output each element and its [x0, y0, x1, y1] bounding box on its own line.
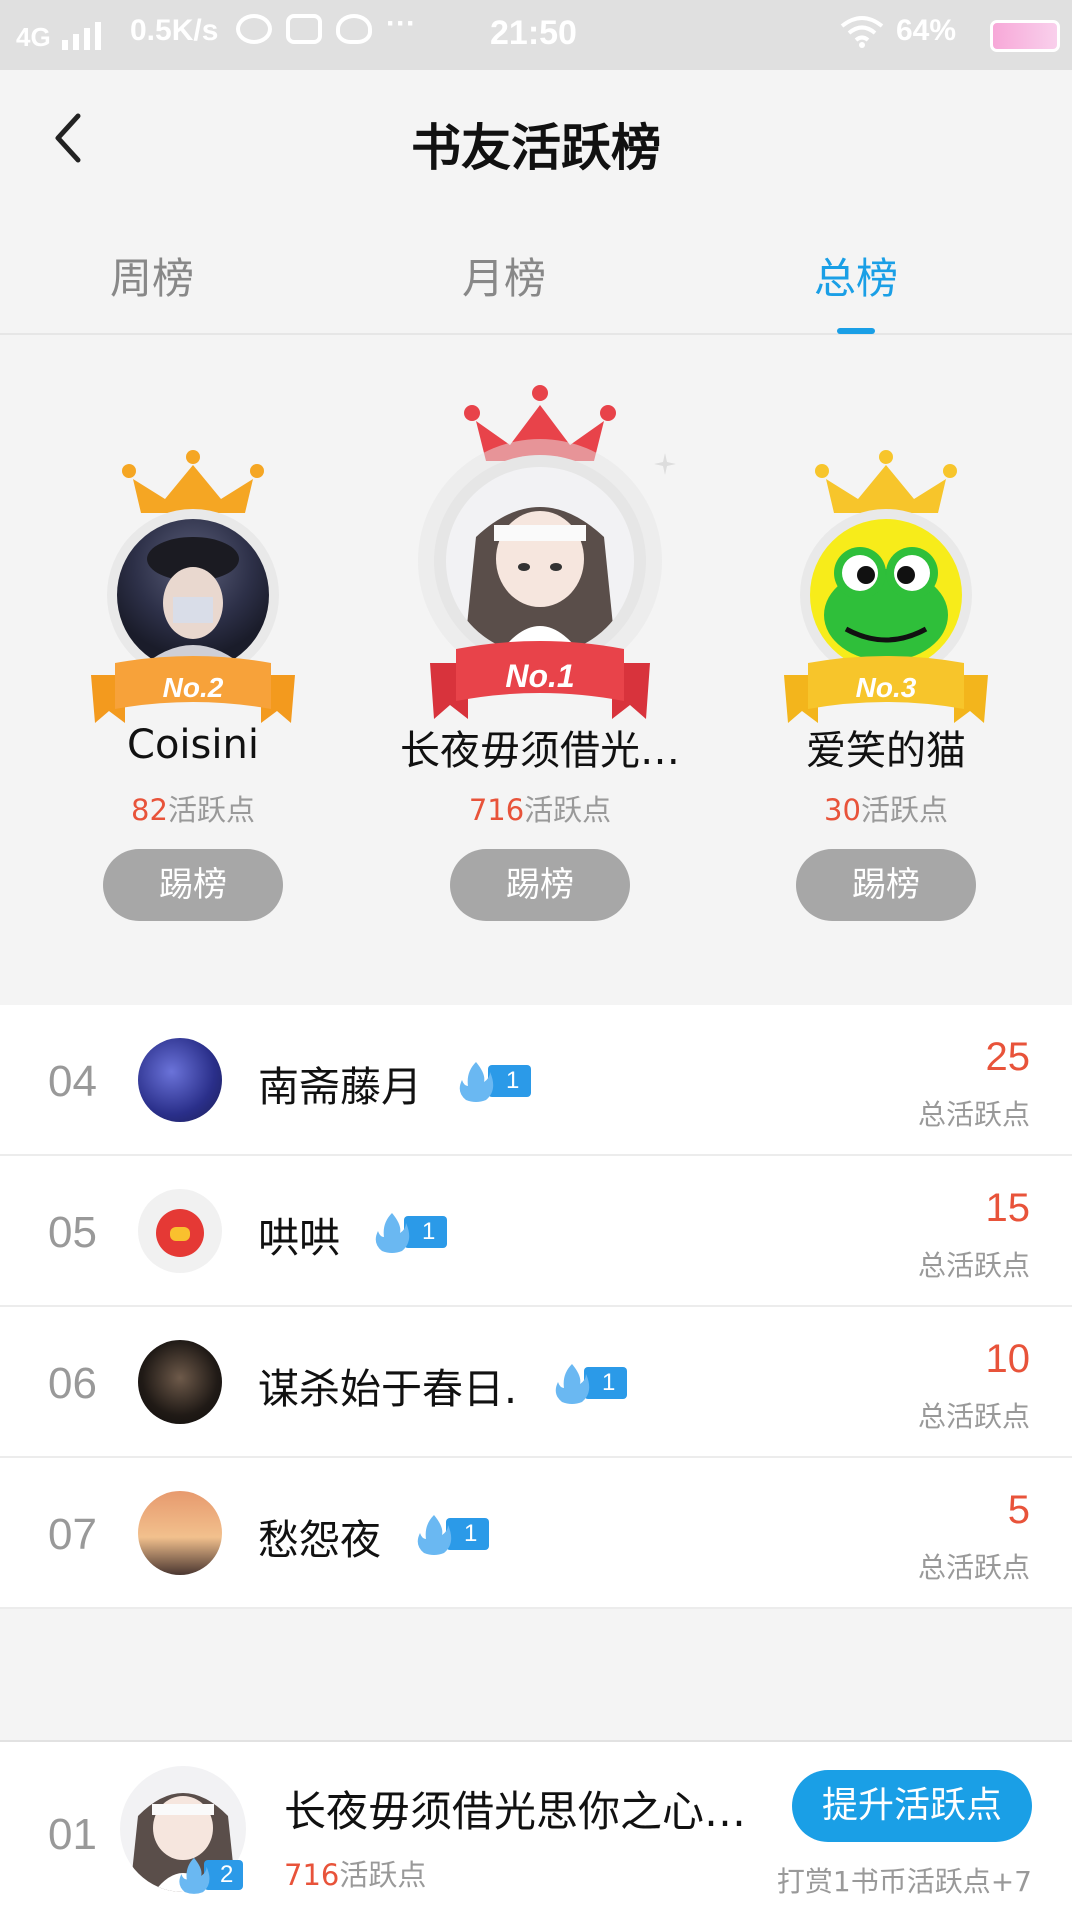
rank-number: 06 — [48, 1359, 97, 1408]
level-badge: 1 — [456, 1062, 532, 1102]
avatar[interactable] — [117, 519, 269, 671]
reward-hint: 打赏1书币活跃点+7 — [776, 1865, 1032, 1898]
battery-level: 64% — [896, 14, 957, 47]
my-user-name: 长夜毋须借光思你之心… — [284, 1787, 747, 1836]
score-label: 总活跃点 — [917, 1249, 1030, 1282]
ranking-tabs: 周榜 月榜 总榜 — [0, 215, 1072, 335]
tab-overall[interactable]: 总榜 — [756, 245, 956, 306]
status-bar: 4G 0.5K/s ··· 21:50 64% — [0, 0, 1072, 70]
activity-points: 82活跃点 — [131, 793, 255, 827]
level-badge: 1 — [552, 1364, 628, 1404]
battery-icon — [990, 20, 1060, 52]
avatar[interactable] — [138, 1491, 222, 1575]
crown-icon — [464, 385, 616, 461]
rank-badge-text: No.2 — [163, 672, 224, 703]
activity-points: 716活跃点 — [468, 793, 612, 827]
user-name: 长夜毋须借光… — [400, 728, 680, 774]
level-badge: 1 — [414, 1515, 490, 1555]
rank-badge-text: No.3 — [856, 672, 917, 703]
rank-number: 05 — [48, 1208, 97, 1257]
clock: 21:50 — [490, 14, 577, 52]
flame-icon — [179, 1857, 210, 1894]
active-tab-indicator — [837, 328, 875, 334]
wechat-icon — [236, 14, 272, 44]
score: 5 — [1007, 1488, 1030, 1532]
flame-icon — [459, 1062, 494, 1102]
notification-icons: ··· — [236, 7, 422, 44]
page-title: 书友活跃榜 — [411, 119, 661, 177]
kick-rank-button[interactable]: 踢榜 — [796, 849, 976, 921]
kick-rank-button[interactable]: 踢榜 — [450, 849, 630, 921]
score-label: 总活跃点 — [917, 1098, 1030, 1131]
avatar[interactable] — [446, 467, 634, 655]
crown-icon — [815, 450, 957, 513]
top-three-podium: No.2 Coisini 82活跃点 踢榜 No.1 长夜毋须借光… 716活跃… — [0, 337, 1072, 982]
flame-icon — [417, 1515, 452, 1555]
network-speed: 0.5K/s — [130, 14, 219, 47]
flame-icon — [555, 1364, 590, 1404]
user-name: 哄哄 — [258, 1214, 340, 1262]
tab-monthly[interactable]: 月榜 — [404, 245, 604, 306]
score: 10 — [985, 1337, 1031, 1381]
avatar[interactable] — [138, 1340, 222, 1424]
more-icon: ··· — [386, 7, 416, 40]
rank-number: 04 — [48, 1057, 97, 1106]
user-name: 南斋藤月 — [258, 1063, 422, 1111]
avatar[interactable] — [138, 1038, 222, 1122]
network-type: 4G — [16, 22, 51, 52]
user-name: Coisini — [127, 722, 259, 768]
wifi-icon — [840, 14, 884, 56]
qq-icon — [336, 14, 372, 44]
podium-second: No.2 Coisini 82活跃点 踢榜 — [43, 337, 343, 982]
score: 15 — [985, 1186, 1031, 1230]
my-activity-points: 716活跃点 — [284, 1858, 427, 1892]
level-badge: 2 — [176, 1857, 244, 1894]
rank-number: 07 — [48, 1510, 97, 1559]
rank-list: 04 南斋藤月 1 25 总活跃点 05 哄哄 1 15 总活跃点 06 谋杀始… — [0, 1005, 1072, 1609]
score: 25 — [985, 1035, 1031, 1079]
user-name: 愁怨夜 — [258, 1516, 381, 1564]
list-item[interactable]: 05 哄哄 1 15 总活跃点 — [0, 1156, 1072, 1307]
my-rank-number: 01 — [48, 1810, 97, 1859]
list-item[interactable]: 07 愁怨夜 1 5 总活跃点 — [0, 1458, 1072, 1609]
video-icon — [286, 14, 322, 44]
level-badge: 1 — [372, 1213, 448, 1253]
flame-icon — [375, 1213, 410, 1253]
avatar[interactable] — [138, 1189, 222, 1273]
nav-header: 书友活跃榜 — [0, 70, 1072, 205]
podium-third: No.3 爱笑的猫 30活跃点 踢榜 — [736, 337, 1036, 982]
rank-badge-text: No.1 — [505, 658, 574, 694]
sparkle-icon — [654, 453, 676, 475]
score-label: 总活跃点 — [917, 1551, 1030, 1584]
crown-icon — [122, 450, 264, 513]
activity-points: 30活跃点 — [824, 793, 948, 827]
rank-ribbon: No.1 — [430, 641, 650, 719]
user-name: 谋杀始于春日. — [258, 1365, 518, 1413]
avatar[interactable] — [810, 519, 962, 671]
my-rank-bar: 01 2 长夜毋须借光思你之心… 716活跃点 提升活跃点 打赏1书币活跃点+7 — [0, 1740, 1072, 1917]
signal-icon — [62, 22, 101, 50]
user-name: 爱笑的猫 — [806, 728, 966, 774]
podium-first: No.1 长夜毋须借光… 716活跃点 踢榜 — [390, 337, 690, 982]
list-item[interactable]: 04 南斋藤月 1 25 总活跃点 — [0, 1005, 1072, 1156]
list-item[interactable]: 06 谋杀始于春日. 1 10 总活跃点 — [0, 1307, 1072, 1458]
rank-ribbon: No.2 — [91, 656, 295, 723]
score-label: 总活跃点 — [917, 1400, 1030, 1433]
boost-activity-button[interactable]: 提升活跃点 — [792, 1770, 1032, 1842]
kick-rank-button[interactable]: 踢榜 — [103, 849, 283, 921]
tab-weekly[interactable]: 周榜 — [52, 245, 252, 306]
